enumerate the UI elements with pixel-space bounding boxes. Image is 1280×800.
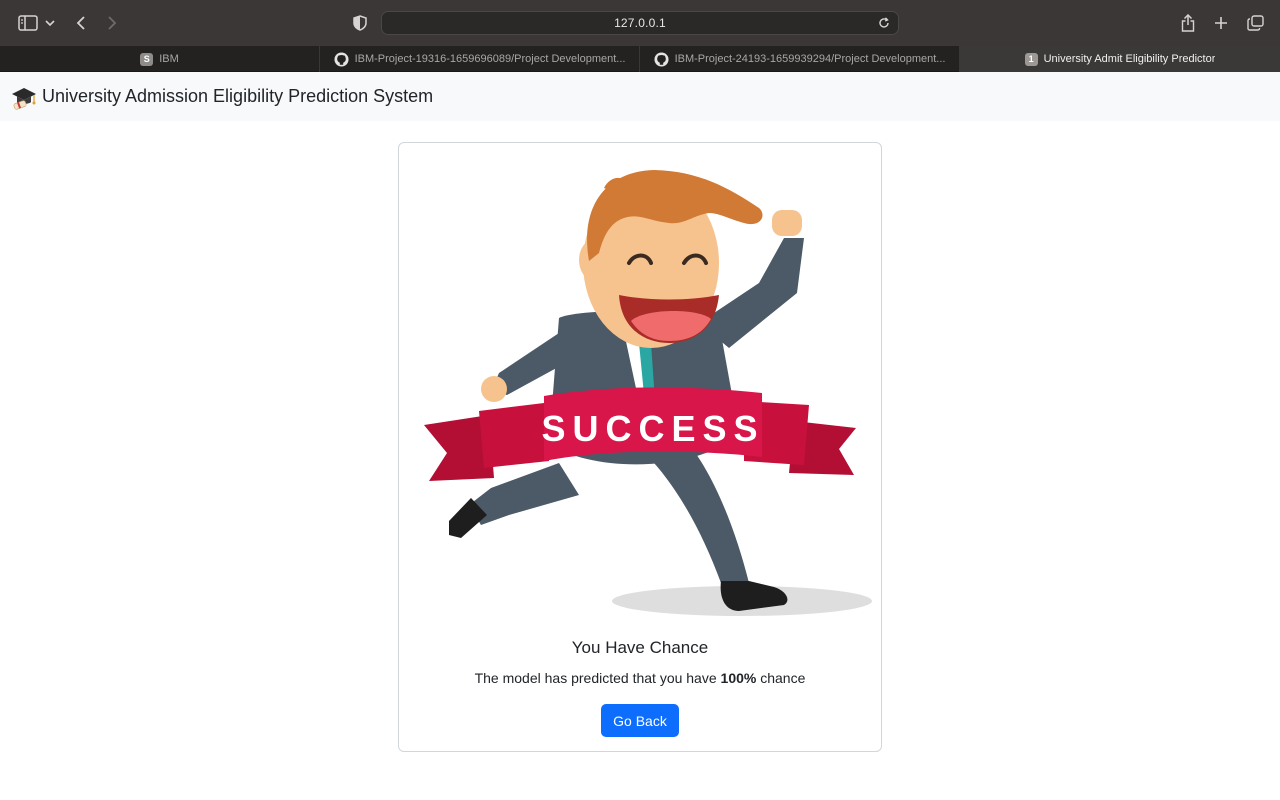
tab-title: IBM-Project-24193-1659939294/Project Dev…	[674, 53, 946, 65]
result-title: You Have Chance	[571, 638, 709, 657]
result-card: SUCCESS	[398, 142, 882, 752]
go-back-button[interactable]: Go Back	[601, 704, 679, 737]
navbar: University Admission Eligibility Predict…	[0, 72, 1280, 121]
sidebar-toggle-icon[interactable]	[14, 11, 42, 35]
result-text-prefix: The model has predicted that you have	[474, 670, 721, 686]
new-tab-icon[interactable]	[1209, 11, 1233, 35]
back-icon[interactable]	[70, 11, 92, 35]
tab-title: IBM	[159, 53, 179, 65]
address-bar[interactable]: 127.0.0.1	[381, 11, 899, 35]
tab-ibm[interactable]: S IBM	[0, 46, 320, 72]
tab-favicon-letter: 1	[1024, 52, 1038, 66]
reload-icon[interactable]	[875, 14, 893, 32]
tab-favicon-letter: S	[140, 52, 154, 66]
tab-bar: S IBM IBM-Project-19316-1659696089/Proje…	[0, 46, 1280, 72]
browser-toolbar: 127.0.0.1	[0, 0, 1280, 46]
graduation-cap-icon[interactable]	[10, 83, 38, 111]
result-text-suffix: chance	[756, 670, 806, 686]
github-icon	[334, 51, 349, 67]
share-icon[interactable]	[1176, 11, 1200, 35]
banner-text: SUCCESS	[541, 408, 764, 449]
tab-overview-icon[interactable]	[1243, 11, 1267, 35]
result-text: The model has predicted that you have 10…	[0, 670, 1280, 686]
chance-value: 100%	[720, 670, 757, 686]
forward-icon[interactable]	[101, 11, 123, 35]
chevron-down-icon[interactable]	[42, 11, 58, 35]
brand-title[interactable]: University Admission Eligibility Predict…	[42, 86, 433, 107]
url-text: 127.0.0.1	[614, 16, 666, 30]
tab-title: IBM-Project-19316-1659696089/Project Dev…	[354, 53, 626, 65]
tab-github-project-24193[interactable]: IBM-Project-24193-1659939294/Project Dev…	[640, 46, 960, 72]
tab-university-admit-predictor[interactable]: 1 University Admit Eligibility Predictor	[960, 46, 1280, 72]
tab-github-project-19316[interactable]: IBM-Project-19316-1659696089/Project Dev…	[320, 46, 640, 72]
privacy-shield-icon[interactable]	[348, 11, 372, 35]
tab-title: University Admit Eligibility Predictor	[1043, 53, 1216, 65]
success-illustration: SUCCESS	[424, 170, 872, 616]
github-icon	[654, 51, 669, 67]
